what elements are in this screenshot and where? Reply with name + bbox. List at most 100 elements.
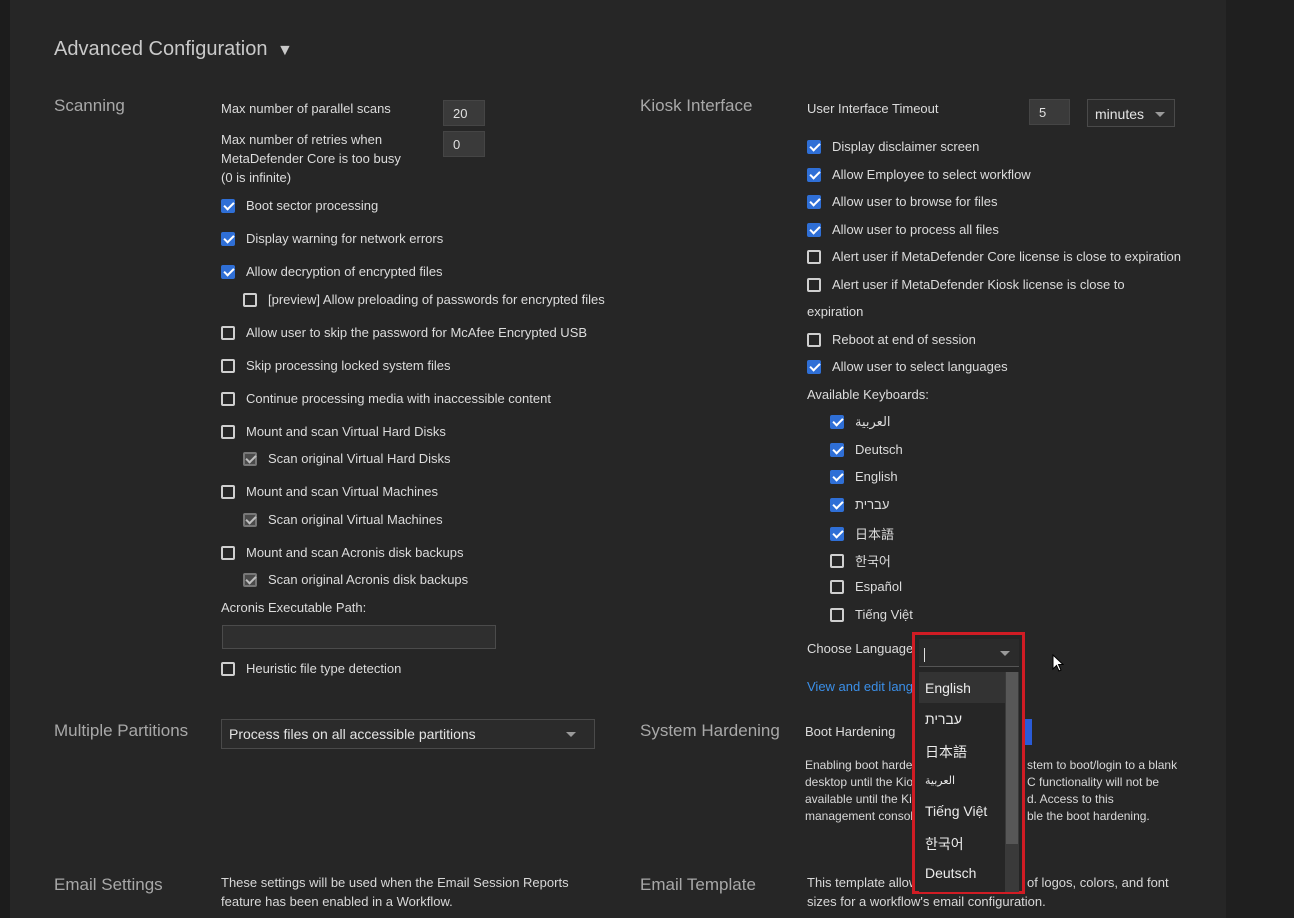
max-parallel-scans-label: Max number of parallel scans: [221, 101, 391, 116]
keyboard-label: 日本語: [855, 527, 895, 542]
checkbox[interactable]: [221, 231, 235, 246]
option-disclaimer[interactable]: Display disclaimer screen: [807, 139, 979, 154]
language-option-hebrew[interactable]: עברית: [919, 703, 1019, 734]
dropdown-scrollbar-thumb[interactable]: [1006, 672, 1018, 844]
max-retries-label: Max number of retries when MetaDefender …: [221, 130, 431, 187]
option-label: Allow user to select languages: [832, 359, 1008, 374]
option-label: Display warning for network errors: [246, 231, 444, 246]
option-label: Heuristic file type detection: [246, 661, 402, 676]
checkbox[interactable]: [830, 469, 844, 484]
language-option-german[interactable]: Deutsch: [919, 857, 1019, 888]
option-mount-vhd[interactable]: Mount and scan Virtual Hard Disks: [221, 424, 446, 439]
checkbox[interactable]: [830, 526, 844, 541]
checkbox[interactable]: [807, 222, 821, 237]
checkbox[interactable]: [830, 607, 844, 622]
checkbox[interactable]: [221, 545, 235, 560]
description-line: feature has been enabled in a Workflow.: [221, 894, 453, 909]
option-skip-locked-files[interactable]: Skip processing locked system files: [221, 358, 450, 373]
option-process-all-files[interactable]: Allow user to process all files: [807, 222, 999, 237]
page-title[interactable]: Advanced Configuration ▼: [54, 38, 293, 61]
keyboard-spanish[interactable]: Español: [830, 579, 902, 594]
checkbox[interactable]: [221, 198, 235, 213]
checkbox[interactable]: [807, 359, 821, 374]
option-network-warning[interactable]: Display warning for network errors: [221, 231, 443, 246]
option-preload-passwords[interactable]: [preview] Allow preloading of passwords …: [243, 292, 605, 307]
checkbox[interactable]: [243, 512, 257, 527]
keyboard-label: Tiếng Việt: [855, 607, 913, 622]
language-option-korean[interactable]: 한국어: [919, 826, 1019, 857]
option-label: Reboot at end of session: [832, 332, 976, 347]
language-option-english[interactable]: English: [919, 672, 1019, 703]
checkbox[interactable]: [807, 194, 821, 209]
page-scroll-gutter[interactable]: [1226, 0, 1294, 918]
checkbox[interactable]: [243, 451, 257, 466]
option-label: Display disclaimer screen: [832, 139, 980, 154]
checkbox[interactable]: [807, 249, 821, 264]
checkbox[interactable]: [221, 264, 235, 279]
option-label: Alert user if MetaDefender Kiosk license…: [832, 277, 1125, 292]
option-label: Mount and scan Acronis disk backups: [246, 545, 464, 560]
option-mount-acronis[interactable]: Mount and scan Acronis disk backups: [221, 545, 464, 560]
checkbox[interactable]: [830, 415, 844, 429]
option-mount-vm[interactable]: Mount and scan Virtual Machines: [221, 484, 438, 499]
checkbox[interactable]: [807, 139, 821, 154]
checkbox[interactable]: [221, 391, 235, 406]
max-retries-input[interactable]: 0: [443, 131, 485, 157]
option-boot-sector[interactable]: Boot sector processing: [221, 198, 378, 213]
option-scan-original-acronis[interactable]: Scan original Acronis disk backups: [243, 572, 468, 587]
keyboard-hebrew[interactable]: עברית: [830, 497, 889, 512]
checkbox[interactable]: [221, 325, 235, 340]
option-decryption[interactable]: Allow decryption of encrypted files: [221, 264, 443, 279]
collapse-caret-icon[interactable]: ▼: [277, 42, 293, 59]
checkbox[interactable]: [221, 484, 235, 499]
checkbox[interactable]: [243, 292, 257, 307]
timeout-input[interactable]: 5: [1029, 99, 1070, 125]
keyboard-korean[interactable]: 한국어: [830, 551, 891, 570]
keyboard-german[interactable]: Deutsch: [830, 442, 903, 457]
checkbox[interactable]: [221, 358, 235, 373]
hardening-section-title: System Hardening: [640, 721, 780, 740]
choose-language-select[interactable]: [919, 639, 1019, 667]
option-continue-inaccessible[interactable]: Continue processing media with inaccessi…: [221, 391, 551, 406]
option-kiosk-license-alert[interactable]: Alert user if MetaDefender Kiosk license…: [807, 277, 1125, 292]
option-scan-original-vm[interactable]: Scan original Virtual Machines: [243, 512, 443, 527]
option-employee-workflow[interactable]: Allow Employee to select workflow: [807, 167, 1031, 182]
option-label: Scan original Virtual Machines: [268, 512, 443, 527]
dropdown-scrollbar[interactable]: [1005, 672, 1019, 892]
checkbox[interactable]: [830, 579, 844, 594]
checkbox[interactable]: [807, 277, 821, 292]
checkbox[interactable]: [807, 167, 821, 182]
keyboard-english[interactable]: English: [830, 469, 898, 484]
partitions-select[interactable]: Process files on all accessible partitio…: [221, 719, 595, 749]
language-option-vietnamese[interactable]: Tiếng Việt: [919, 795, 1019, 826]
option-core-license-alert[interactable]: Alert user if MetaDefender Core license …: [807, 249, 1181, 264]
option-label: Boot sector processing: [246, 198, 379, 213]
keyboard-vietnamese[interactable]: Tiếng Việt: [830, 607, 913, 622]
language-dropdown-list[interactable]: English עברית 日本語 العربية Tiếng Việt 한국어…: [919, 672, 1019, 892]
option-skip-mcafee-password[interactable]: Allow user to skip the password for McAf…: [221, 325, 587, 340]
keyboard-arabic[interactable]: العربية: [830, 414, 891, 430]
option-heuristic-detection[interactable]: Heuristic file type detection: [221, 661, 401, 676]
acronis-path-label: Acronis Executable Path:: [221, 600, 367, 615]
language-option-arabic[interactable]: العربية: [919, 764, 1019, 795]
timeout-unit-select[interactable]: minutes: [1087, 99, 1175, 127]
checkbox[interactable]: [807, 332, 821, 347]
option-reboot-end-session[interactable]: Reboot at end of session: [807, 332, 976, 347]
checkbox[interactable]: [830, 553, 844, 568]
checkbox[interactable]: [243, 572, 257, 587]
option-select-languages[interactable]: Allow user to select languages: [807, 359, 1008, 374]
keyboard-japanese[interactable]: 日本語: [830, 524, 894, 543]
view-edit-languages-link[interactable]: View and edit langu: [807, 679, 920, 694]
checkbox[interactable]: [221, 424, 235, 439]
chevron-down-icon[interactable]: [1000, 651, 1010, 656]
checkbox[interactable]: [221, 661, 235, 676]
option-label: Skip processing locked system files: [246, 358, 451, 373]
option-scan-original-vhd[interactable]: Scan original Virtual Hard Disks: [243, 451, 451, 466]
max-parallel-scans-input[interactable]: 20: [443, 100, 485, 126]
option-browse-files[interactable]: Allow user to browse for files: [807, 194, 997, 209]
checkbox[interactable]: [830, 442, 844, 457]
boot-hardening-description-right: stem to boot/login to a blank C function…: [1027, 757, 1177, 825]
checkbox[interactable]: [830, 497, 844, 512]
acronis-path-input[interactable]: [222, 625, 496, 649]
language-option-japanese[interactable]: 日本語: [919, 734, 1019, 765]
